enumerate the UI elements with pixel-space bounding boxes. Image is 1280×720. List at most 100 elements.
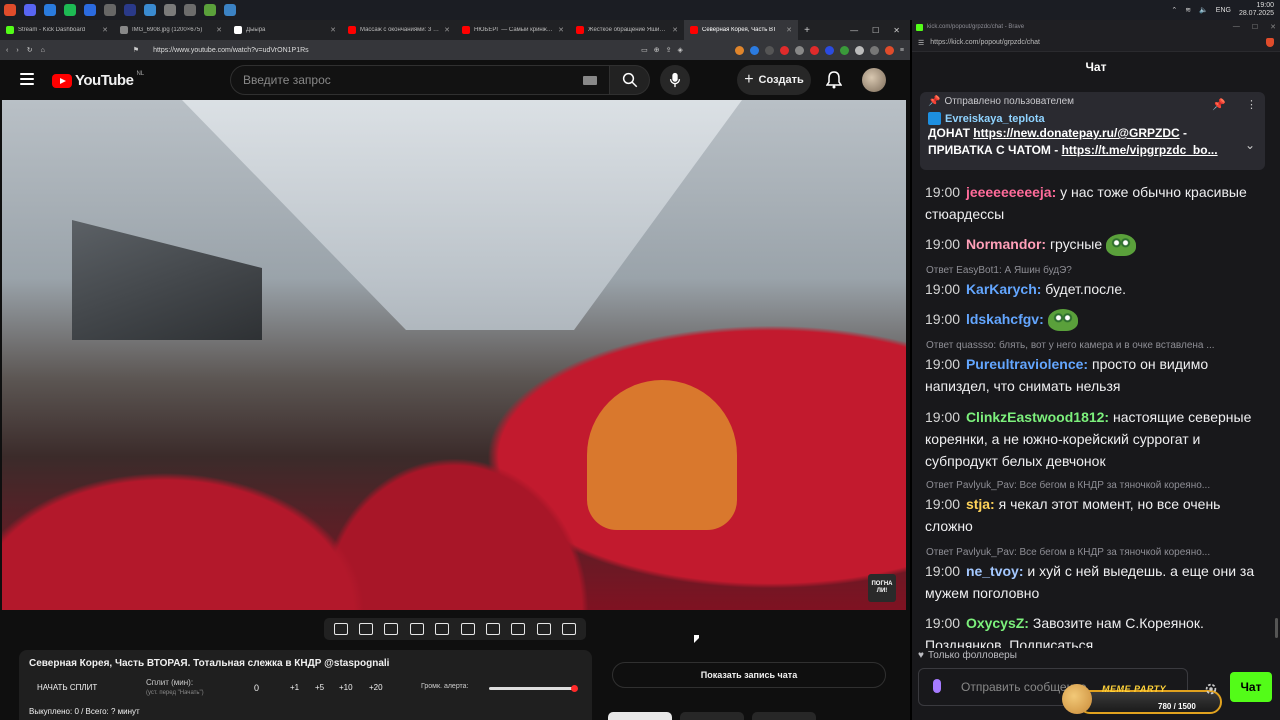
message-username[interactable]: Pureultraviolence: [966, 356, 1088, 372]
language-indicator[interactable]: ENG [1216, 7, 1231, 14]
url-field[interactable]: https://www.youtube.com/watch?v=udVrON1P… [147, 47, 309, 54]
chat-message[interactable]: 19:00 jeeeeeeeeeja: у нас тоже обычно кр… [925, 181, 1267, 225]
chat-message[interactable]: 19:00 ne_tvoy: и хуй с ней выедешь. а ещ… [925, 560, 1267, 604]
install-icon[interactable]: ▭ [641, 46, 648, 54]
taskbar-app-icon[interactable] [220, 0, 240, 20]
back-icon[interactable]: ‹ [6, 47, 8, 54]
clapper-icon[interactable] [409, 623, 424, 635]
close-icon[interactable]: ✕ [1270, 23, 1276, 31]
donate-link[interactable]: https://new.donatepay.ru/@GRPZDC [973, 126, 1179, 140]
tab-close-icon[interactable]: ✕ [330, 26, 336, 34]
voice-search-button[interactable] [660, 65, 690, 95]
new-tab-button[interactable]: + [798, 25, 816, 36]
taskbar-app-icon[interactable] [20, 0, 40, 20]
zoom-icon[interactable]: ⊕ [654, 46, 660, 54]
pin-toggle-icon[interactable]: 📌 [1212, 98, 1226, 111]
home-icon[interactable]: ⌂ [41, 47, 45, 54]
screenshot-icon[interactable] [536, 623, 551, 635]
telegram-link[interactable]: https://t.me/vipgrpzdc_bo... [1062, 143, 1218, 157]
taskbar-app-icon[interactable] [40, 0, 60, 20]
brave-shield-icon[interactable]: ◈ [678, 46, 683, 54]
share-icon[interactable]: ⇪ [666, 46, 672, 54]
wifi-icon[interactable]: ≋ [1185, 6, 1191, 14]
extension-icon[interactable] [869, 45, 879, 55]
hamburger-menu-icon[interactable] [20, 73, 34, 85]
extension-icon[interactable] [764, 45, 774, 55]
add-5-button[interactable]: +5 [315, 683, 324, 692]
message-username[interactable]: Normandor: [966, 236, 1046, 252]
extension-icon[interactable] [854, 45, 864, 55]
send-chat-button[interactable]: Чат [1230, 672, 1272, 702]
taskbar-app-icon[interactable] [200, 0, 220, 20]
chip[interactable] [752, 712, 816, 720]
extension-icon[interactable] [734, 45, 744, 55]
taskbar-app-icon[interactable] [180, 0, 200, 20]
hide-icon[interactable] [384, 623, 399, 635]
show-chat-replay-button[interactable]: Показать запись чата [612, 662, 886, 688]
tab-close-icon[interactable]: ✕ [786, 26, 792, 34]
reply-context[interactable]: Ответ EasyBot1: А Яшин будЭ? [926, 265, 1266, 276]
pinned-message[interactable]: 📌 Отправлено пользователем Evreiskaya_te… [920, 92, 1265, 170]
message-username[interactable]: ldskahcfgv: [966, 311, 1044, 327]
audio-icon[interactable] [359, 623, 374, 635]
reload-icon[interactable]: ↻ [27, 46, 33, 54]
bookmark-icon[interactable]: ⚑ [133, 46, 139, 54]
browser-tab[interactable]: НЮБЕРГ — Самый кринжовый ✕ [456, 20, 570, 40]
reply-context[interactable]: Ответ quassso: блять, вот у него камера … [926, 340, 1266, 351]
search-button[interactable] [610, 65, 650, 95]
keyboard-icon[interactable] [583, 76, 597, 85]
taskbar-app-icon[interactable] [100, 0, 120, 20]
extension-icon[interactable] [749, 45, 759, 55]
extension-icon[interactable] [779, 45, 789, 55]
extension-icon[interactable] [794, 45, 804, 55]
minimize-icon[interactable]: — [850, 26, 858, 35]
pepe-emote-icon[interactable] [1047, 309, 1078, 332]
video-player[interactable]: ПОГНА ЛИ! [2, 100, 906, 610]
forward-icon[interactable]: › [16, 47, 18, 54]
message-username[interactable]: stja: [966, 496, 995, 512]
chat-message[interactable]: 19:00 stja: я чекал этот момент, но все … [925, 493, 1267, 537]
maximize-icon[interactable]: ☐ [872, 26, 879, 35]
browser-tab[interactable]: Stream - Kick Dashboard ✕ [0, 20, 114, 40]
chat-message[interactable]: 19:00 Normandor: грусные [925, 233, 1267, 257]
youtube-logo[interactable]: YouTube NL [52, 71, 144, 89]
tray-chevron-icon[interactable]: ⌃ [1171, 6, 1177, 14]
tab-close-icon[interactable]: ✕ [558, 26, 564, 34]
start-icon[interactable] [0, 0, 20, 20]
browser-tab[interactable]: Северная Корея, Часть ВТ ✕ [684, 20, 798, 40]
aspect-icon[interactable] [435, 623, 450, 635]
add-10-button[interactable]: +10 [339, 683, 353, 692]
pepe-emote-icon[interactable] [1106, 234, 1136, 257]
taskbar-app-icon[interactable] [160, 0, 180, 20]
message-username[interactable]: KarKarych: [966, 281, 1041, 297]
message-username[interactable]: OxycysZ: [966, 615, 1029, 631]
tab-close-icon[interactable]: ✕ [216, 26, 222, 34]
close-icon[interactable]: ✕ [893, 26, 900, 35]
reply-context[interactable]: Ответ Pavlyuk_Pav: Все бегом в КНДР за т… [926, 547, 1266, 558]
maximize-icon[interactable]: ☐ [1252, 23, 1258, 31]
chat-message[interactable]: 19:00 KarKarych: будет.после. [925, 278, 1267, 300]
reply-context[interactable]: Ответ Pavlyuk_Pav: Все бегом в КНДР за т… [926, 480, 1266, 491]
chat-message[interactable]: 19:00 OxycysZ: Завозите нам С.Кореянок. … [925, 612, 1267, 648]
chat-message[interactable]: 19:00 Pureultraviolence: просто он видим… [925, 353, 1267, 397]
cinema-icon[interactable] [460, 623, 475, 635]
volume-icon[interactable]: 🔈 [1199, 6, 1208, 14]
meme-party-widget[interactable]: MEME PARTY 780 / 1500 [1062, 682, 1222, 718]
pip-icon[interactable] [511, 623, 526, 635]
brave-shield-icon[interactable] [1266, 38, 1274, 47]
clock[interactable]: 19:00 28.07.2025 [1239, 2, 1274, 18]
add-1-button[interactable]: +1 [290, 683, 299, 692]
taskbar-app-icon[interactable] [80, 0, 100, 20]
browser-tab[interactable]: IMG_6908.jpg (1200×675) ✕ [114, 20, 228, 40]
minimize-icon[interactable]: — [1233, 23, 1240, 31]
taskbar-app-icon[interactable] [140, 0, 160, 20]
chip[interactable] [680, 712, 744, 720]
brave-rewards-icon[interactable] [884, 45, 894, 55]
channel-watermark[interactable]: ПОГНА ЛИ! [868, 574, 896, 602]
chat-settings-icon[interactable] [1204, 682, 1218, 696]
extension-icon[interactable] [809, 45, 819, 55]
tab-close-icon[interactable]: ✕ [102, 26, 108, 34]
speed-icon[interactable] [486, 623, 501, 635]
browser-tab[interactable]: Массаж с окончаниями: 3 года н ✕ [342, 20, 456, 40]
chat-message[interactable]: 19:00 ClinkzEastwood1812: настоящие севе… [925, 406, 1267, 472]
